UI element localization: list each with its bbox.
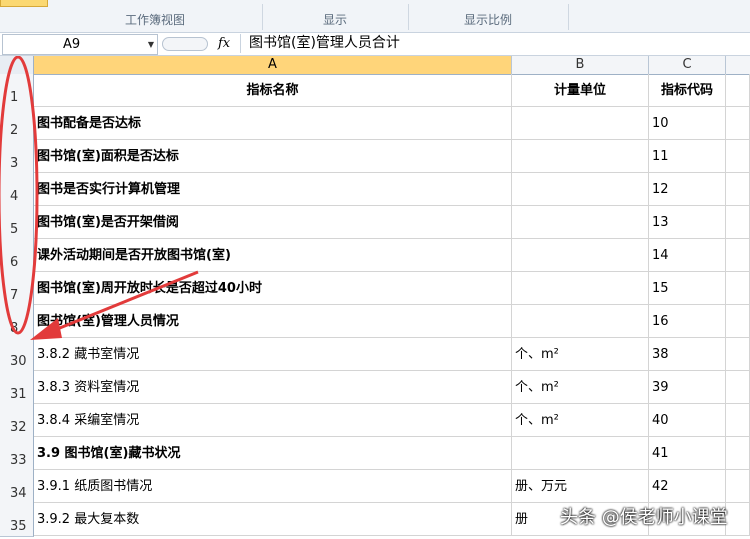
insert-function-button[interactable]: fx [218,34,230,53]
formula-handle-icon[interactable] [162,37,208,51]
formula-buttons: fx [160,34,236,53]
name-box[interactable]: A9 ▼ [2,34,158,55]
ribbon-separator [568,4,569,30]
ribbon-tab-indicator [0,0,48,7]
ribbon-group-zoom: 显示比例 [463,13,512,27]
watermark: 头条 @侯老师小课堂 [560,507,728,528]
worksheet-grid[interactable]: A B C 1 指标名称 计量单位 指标代码 2 图书配备是否达标 10 3 图书馆(室)面积是… [0,56,750,539]
name-box-value: A9 [63,37,81,52]
ribbon-group-show: 显示 [322,13,347,27]
ribbon-group-workbook-views: 工作簿视图 [124,13,185,27]
chevron-down-icon[interactable]: ▼ [148,35,154,54]
formula-input[interactable]: 图书馆(室)管理人员合计 [240,34,750,53]
annotation-overlay [0,56,199,340]
ribbon: 工作簿视图 显示 显示比例 [0,0,750,33]
formula-bar: A9 ▼ fx 图书馆(室)管理人员合计 [0,33,750,56]
annotation-circle [0,56,39,335]
annotation-arrow-head [30,318,62,340]
annotation-arrow-line [39,270,199,338]
